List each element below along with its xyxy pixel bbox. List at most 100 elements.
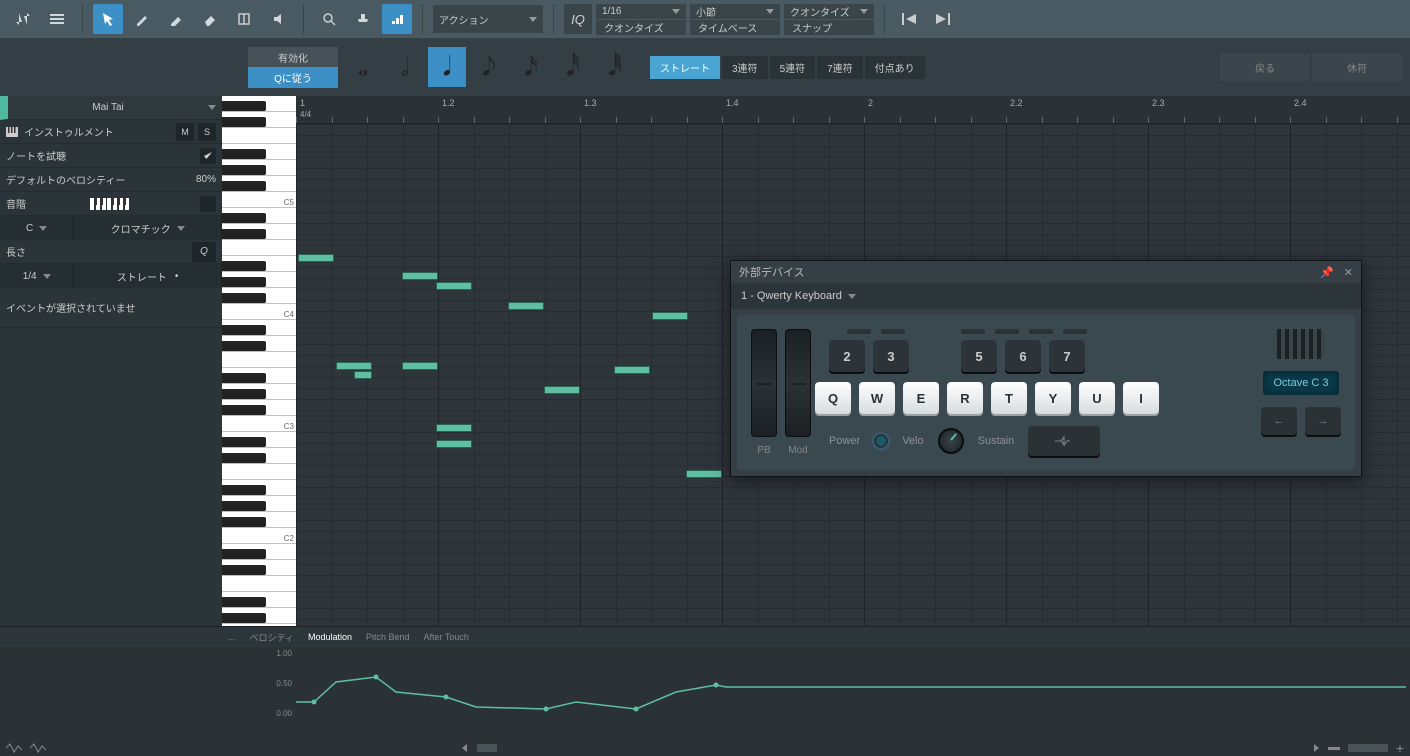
wave-icon-1[interactable] [6, 742, 22, 754]
wave-icon-2[interactable] [30, 742, 46, 754]
sixteenth-note-button[interactable]: 𝅘𝅥𝅯 [512, 47, 550, 87]
auto-scroll-icon[interactable] [382, 4, 412, 34]
sixtyfourth-note-button[interactable]: 𝅘𝅥𝅱 [596, 47, 634, 87]
quintuplet-button[interactable]: 5連符 [770, 56, 816, 79]
scroll-left-icon[interactable] [461, 744, 469, 752]
triplet-button[interactable]: 3連符 [722, 56, 768, 79]
stamp-icon[interactable] [348, 4, 378, 34]
dotted-button[interactable]: 付点あり [865, 56, 925, 79]
thirtysecond-note-button[interactable]: 𝅘𝅥𝅰 [554, 47, 592, 87]
mod-wheel[interactable] [785, 329, 811, 437]
white-key-Y[interactable]: Y [1035, 382, 1071, 414]
white-key-T[interactable]: T [991, 382, 1027, 414]
black-key-5[interactable]: 5 [961, 340, 997, 372]
quarter-note-button[interactable]: 𝅘𝅥 [428, 47, 466, 87]
velocity-row[interactable]: デフォルトのベロシティー80% [0, 168, 222, 192]
tab-more[interactable]: ... [222, 630, 242, 644]
tab-aftertouch[interactable]: After Touch [418, 630, 475, 644]
midi-note[interactable] [402, 272, 438, 280]
scrollbar-thumb[interactable] [477, 744, 497, 752]
piano-keyboard[interactable]: C5C4C3C2C1 [222, 96, 296, 626]
black-key-3[interactable]: 3 [873, 340, 909, 372]
eighth-note-button[interactable]: 𝅘𝅥𝅮 [470, 47, 508, 87]
sustain-key[interactable] [1028, 426, 1100, 456]
straight-button[interactable]: ストレート [650, 56, 720, 79]
length-value-dropdown[interactable]: 1/4 [0, 264, 74, 288]
length-type-dropdown[interactable]: ストレート• [74, 264, 222, 288]
black-key-7[interactable]: 7 [1049, 340, 1085, 372]
brush-tool[interactable] [161, 4, 191, 34]
zoom-icon[interactable] [314, 4, 344, 34]
midi-note[interactable] [544, 386, 580, 394]
tab-velocity[interactable]: ベロシティ [244, 629, 300, 646]
iq-button[interactable]: IQ [564, 4, 592, 34]
midi-note[interactable] [652, 312, 688, 320]
midi-note[interactable] [508, 302, 544, 310]
snap-end-icon[interactable] [929, 4, 959, 34]
midi-note[interactable] [402, 362, 438, 370]
white-key-R[interactable]: R [947, 382, 983, 414]
device-selector[interactable]: 1 - Qwerty Keyboard [731, 283, 1361, 309]
rest-button[interactable]: 休符 [1312, 54, 1402, 81]
scroll-right-icon[interactable] [1312, 744, 1320, 752]
midi-note[interactable] [436, 282, 472, 290]
velocity-knob[interactable] [938, 428, 964, 454]
length-q-button[interactable]: Q [192, 242, 216, 262]
mute-tool[interactable] [263, 4, 293, 34]
track-header[interactable]: Mai Tai [0, 96, 222, 120]
pencil-tool[interactable] [127, 4, 157, 34]
timebase-dropdown[interactable]: 小節 [690, 4, 780, 19]
solo-button[interactable]: S [198, 123, 216, 141]
white-key-W[interactable]: W [859, 382, 895, 414]
midi-note[interactable] [614, 366, 650, 374]
half-note-button[interactable]: 𝅗𝅥 [386, 47, 424, 87]
midi-note[interactable] [436, 424, 472, 432]
black-key-2[interactable]: 2 [829, 340, 865, 372]
octave-up-button[interactable]: → [1305, 407, 1341, 435]
arrow-tool[interactable] [93, 4, 123, 34]
septuplet-button[interactable]: 7連符 [817, 56, 863, 79]
snap-dropdown[interactable]: クオンタイズ [784, 4, 874, 19]
pin-icon[interactable]: 📌 [1320, 266, 1334, 279]
eraser-tool[interactable] [195, 4, 225, 34]
close-icon[interactable]: ✕ [1344, 266, 1353, 279]
action-dropdown[interactable]: アクション [433, 5, 543, 33]
zoom-in-icon[interactable]: + [1396, 740, 1404, 756]
power-led[interactable] [874, 434, 888, 448]
midi-note[interactable] [686, 470, 722, 478]
pitch-bend-wheel[interactable] [751, 329, 777, 437]
zoom-out-icon[interactable] [1328, 747, 1340, 750]
white-key-Q[interactable]: Q [815, 382, 851, 414]
zoom-slider[interactable] [1348, 744, 1388, 752]
sort-icon[interactable] [8, 4, 38, 34]
root-note-dropdown[interactable]: C [0, 216, 74, 240]
follow-q-button[interactable]: Qに従う [248, 67, 338, 88]
octave-down-button[interactable]: ← [1261, 407, 1297, 435]
quantize-value-dropdown[interactable]: 1/16 [596, 4, 686, 19]
list-icon[interactable] [42, 4, 72, 34]
audition-row[interactable]: ノートを試聴 [0, 144, 222, 168]
back-button[interactable]: 戻る [1220, 54, 1310, 81]
white-key-I[interactable]: I [1123, 382, 1159, 414]
mute-button[interactable]: M [176, 123, 194, 141]
tab-pitchbend[interactable]: Pitch Bend [360, 630, 416, 644]
midi-note[interactable] [298, 254, 334, 262]
black-key-6[interactable]: 6 [1005, 340, 1041, 372]
snap-start-icon[interactable] [895, 4, 925, 34]
scale-checkbox[interactable] [200, 196, 216, 212]
white-key-E[interactable]: E [903, 382, 939, 414]
audition-checkbox[interactable] [200, 148, 216, 164]
split-tool[interactable] [229, 4, 259, 34]
tab-modulation[interactable]: Modulation [302, 630, 358, 644]
midi-note[interactable] [336, 362, 372, 370]
white-key-U[interactable]: U [1079, 382, 1115, 414]
midi-note[interactable] [354, 371, 372, 379]
panel-titlebar[interactable]: 外部デバイス 📌 ✕ [731, 261, 1361, 283]
whole-note-button[interactable]: 𝅝 [344, 47, 382, 87]
timeline-ruler[interactable]: 4/4 11.21.31.422.22.32.4 [296, 96, 1410, 124]
modulation-lane[interactable] [296, 647, 1410, 740]
scale-type-dropdown[interactable]: クロマチック [74, 216, 222, 240]
enable-button[interactable]: 有効化 [248, 47, 338, 67]
midi-note[interactable] [436, 440, 472, 448]
sustain-label: Sustain [978, 435, 1015, 447]
